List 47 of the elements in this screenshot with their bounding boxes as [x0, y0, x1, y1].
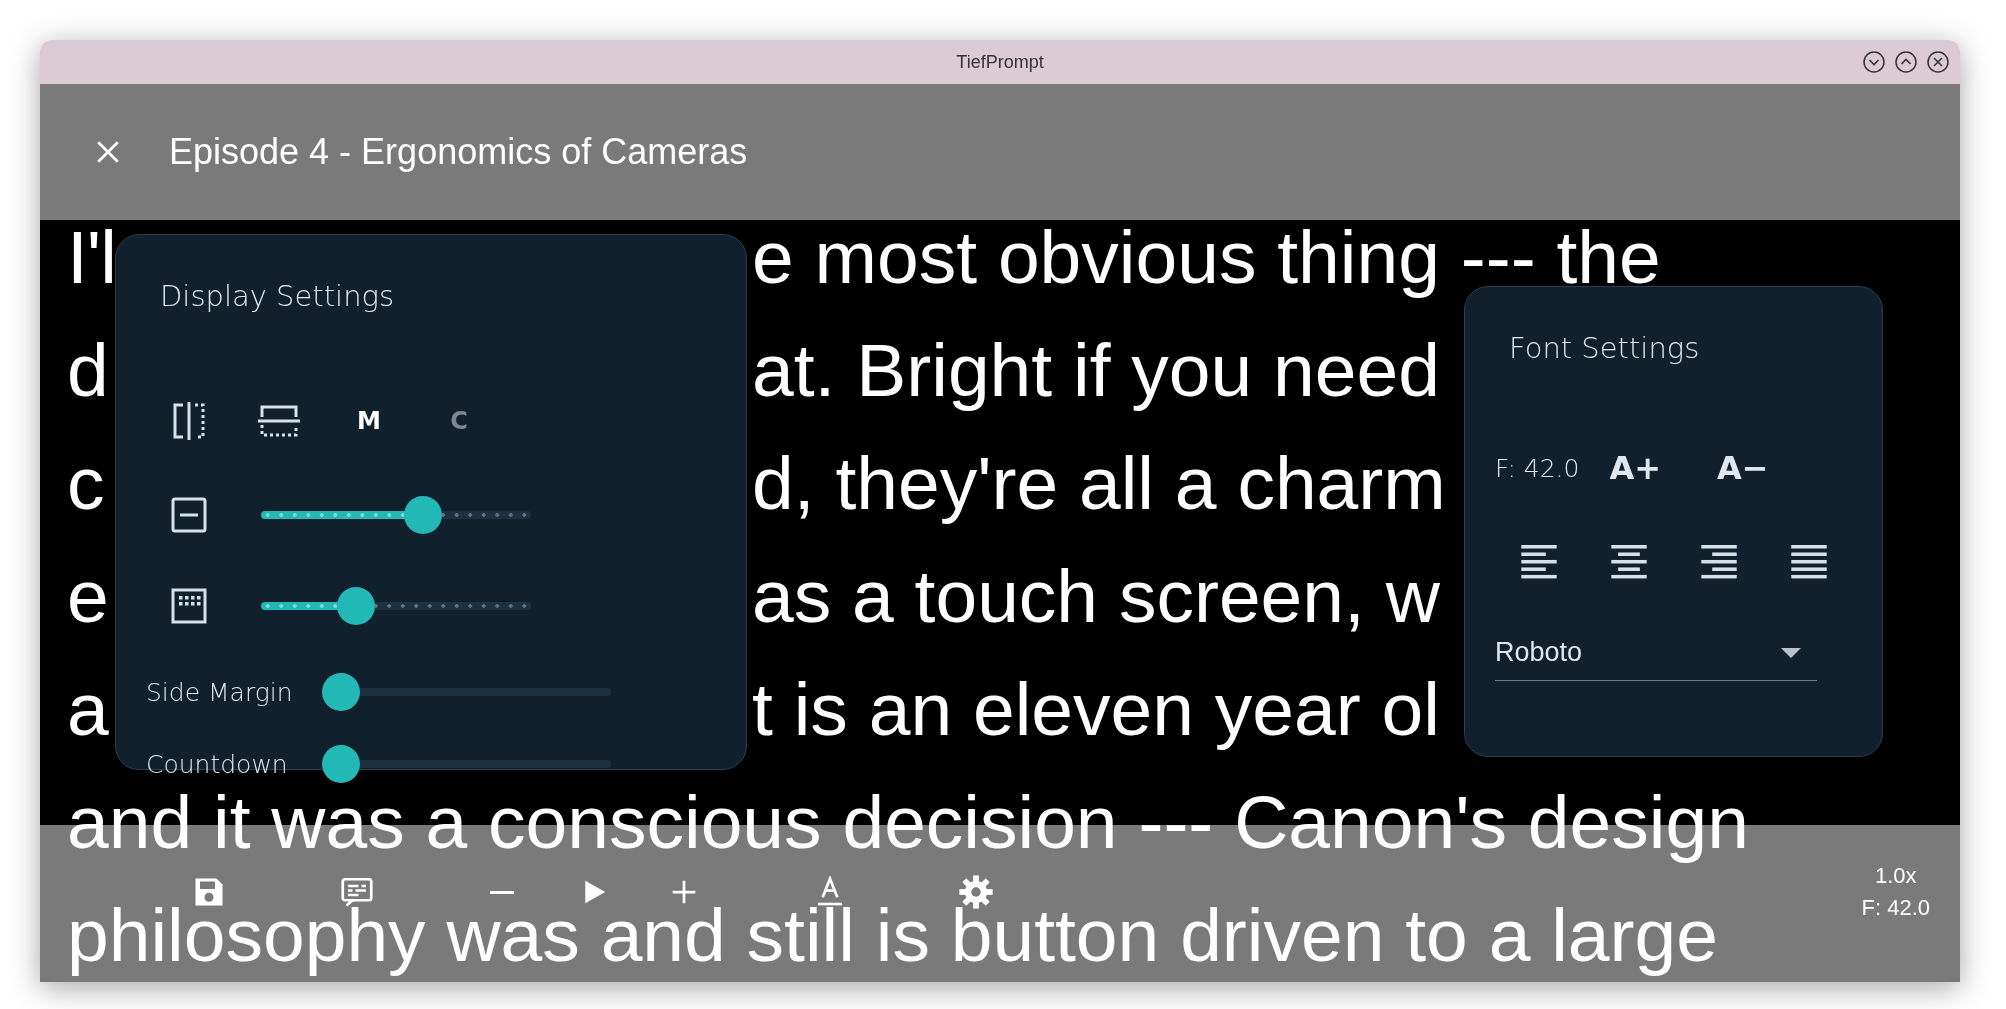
align-right-icon — [1701, 545, 1737, 579]
script-text: as a touch screen, w — [752, 553, 1440, 638]
minimize-icon[interactable] — [1862, 50, 1886, 74]
script-text: e — [67, 553, 108, 638]
align-center-icon — [1611, 545, 1647, 579]
script-text: c — [67, 440, 104, 525]
align-right-button[interactable] — [1701, 545, 1737, 579]
script-text: e most obvious thing --- the — [752, 220, 1661, 299]
mirror-vertical-icon — [171, 401, 207, 441]
close-icon[interactable] — [1926, 50, 1950, 74]
panel-title: Font Settings — [1508, 331, 1701, 365]
slider-thumb[interactable] — [404, 496, 442, 534]
script-text: philosophy was and still is button driven to a large — [67, 892, 1718, 977]
align-justify-button[interactable] — [1791, 545, 1827, 579]
letter-toggle[interactable]: M — [344, 396, 394, 446]
window-title: TiefPrompt — [956, 51, 1044, 73]
script-text: a — [67, 666, 108, 751]
script-text: t is an eleven year ol — [752, 666, 1440, 751]
dropdown-caret-icon — [1781, 647, 1801, 658]
line-spacing-icon — [171, 497, 207, 533]
align-left-button[interactable] — [1521, 545, 1557, 579]
letter-toggle[interactable]: C — [434, 396, 484, 446]
mirror-horizontal-icon — [257, 403, 301, 439]
align-center-button[interactable] — [1611, 545, 1647, 579]
speed-readout: 1.0x — [1874, 863, 1917, 889]
panel-title: Display Settings — [159, 279, 396, 313]
slider-thumb[interactable] — [322, 673, 360, 711]
episode-title: Episode 4 - Ergonomics of Cameras — [169, 131, 748, 173]
font-size-button[interactable]: A+ — [1609, 449, 1662, 487]
grid-icon — [171, 588, 207, 624]
slider-label: Countdown — [146, 749, 289, 779]
align-justify-icon — [1791, 545, 1827, 579]
script-text: d, they're all a charm — [752, 440, 1446, 525]
font-size-readout: F: 42.0 — [1861, 895, 1930, 921]
slider-thumb[interactable] — [336, 587, 375, 625]
minus-icon — [490, 890, 514, 894]
script-text: I'l — [67, 220, 116, 299]
font-dropdown[interactable]: Roboto — [1495, 631, 1817, 681]
maximize-icon[interactable] — [1894, 50, 1918, 74]
align-left-icon — [1521, 545, 1557, 579]
script-text: at. Bright if you need — [752, 327, 1440, 412]
font-size-label: F: 42.0 — [1495, 453, 1580, 483]
slider-thumb[interactable] — [322, 745, 360, 783]
script-text: d — [67, 327, 108, 412]
slider-label: Side Margin — [146, 677, 294, 707]
script-text: and it was a conscious decision --- Canon's design — [67, 779, 1749, 864]
font-size-button[interactable]: A− — [1717, 449, 1769, 487]
